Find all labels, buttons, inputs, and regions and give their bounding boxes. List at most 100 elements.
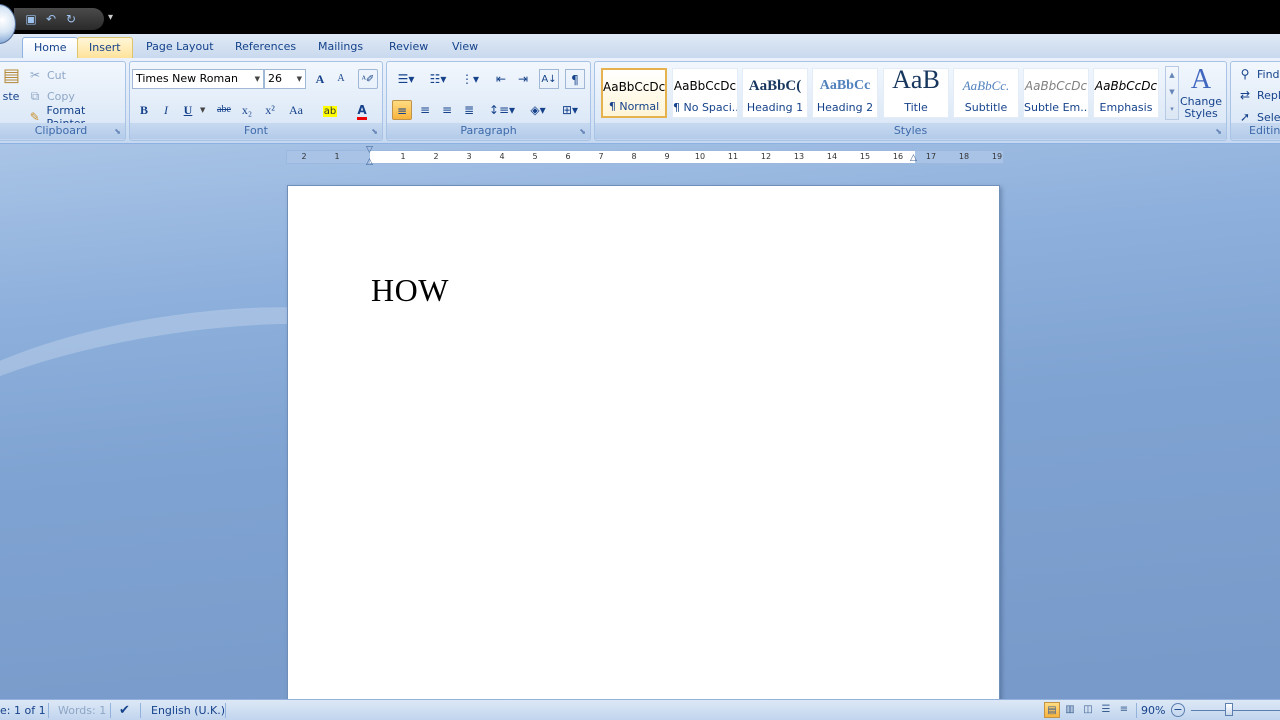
tab-view[interactable]: View: [441, 37, 489, 58]
font-color-icon: A: [357, 103, 367, 120]
font-size-combo[interactable]: 26 ▼: [264, 69, 306, 89]
show-formatting-button[interactable]: ¶: [565, 69, 585, 89]
decrease-indent-button[interactable]: ⇤: [491, 69, 511, 89]
page-count[interactable]: e: 1 of 1: [0, 703, 46, 719]
numbering-button[interactable]: ☷▾: [423, 69, 453, 89]
style-normal[interactable]: AaBbCcDc ¶ Normal: [601, 68, 667, 118]
replace-button[interactable]: ⇄ Repla: [1237, 85, 1280, 105]
highlight-button[interactable]: ab: [316, 100, 344, 120]
tab-references[interactable]: References: [224, 37, 307, 58]
style-subtle-emphasis[interactable]: AaBbCcDc Subtle Em...: [1023, 68, 1089, 118]
style-heading-2[interactable]: AaBbCc Heading 2: [812, 68, 878, 118]
increase-indent-button[interactable]: ⇥: [513, 69, 533, 89]
tab-insert[interactable]: Insert: [77, 37, 133, 58]
editing-group: ⚲ Find ⇄ Repla ➚ Selec Editing: [1230, 61, 1280, 141]
dialog-launcher-icon[interactable]: ⬊: [579, 127, 586, 136]
scissors-icon: ✂: [29, 68, 41, 82]
clear-formatting-button[interactable]: ᴬ✐: [358, 69, 378, 89]
cut-button[interactable]: ✂ Cut: [27, 65, 66, 85]
first-line-indent-marker[interactable]: ▽: [366, 145, 373, 155]
ruler-number: 2: [433, 152, 439, 161]
font-family-combo[interactable]: Times New Roman ▼: [132, 69, 264, 89]
status-separator: [140, 703, 141, 718]
zoom-slider-thumb[interactable]: [1225, 703, 1233, 716]
ruler-number: 19: [991, 152, 1003, 161]
paste-button[interactable]: ▤ ste: [1, 64, 21, 120]
zoom-slider-track[interactable]: [1191, 710, 1280, 711]
tab-review[interactable]: Review: [378, 37, 439, 58]
print-layout-view-icon[interactable]: ▤: [1044, 702, 1060, 718]
ruler-number: 11: [727, 152, 739, 161]
dialog-launcher-icon[interactable]: ⬊: [114, 127, 121, 136]
subscript-button[interactable]: x₂: [237, 100, 257, 120]
redo-icon[interactable]: ↻: [64, 12, 78, 26]
change-styles-button[interactable]: A Change Styles: [1179, 64, 1223, 124]
zoom-level[interactable]: 90%: [1141, 703, 1165, 719]
superscript-button[interactable]: x²: [260, 100, 280, 120]
tab-home[interactable]: Home: [22, 37, 79, 58]
align-center-icon: ≡: [419, 103, 431, 117]
ruler-number: 15: [859, 152, 871, 161]
paste-icon: ▤: [3, 65, 21, 86]
italic-button[interactable]: I: [156, 100, 176, 120]
right-indent-marker[interactable]: △: [910, 153, 917, 163]
style-emphasis[interactable]: AaBbCcDc Emphasis: [1093, 68, 1159, 118]
more-icon[interactable]: ▾: [1166, 101, 1178, 118]
align-right-button[interactable]: ≡: [437, 100, 457, 120]
line-spacing-button[interactable]: ↕≡▾: [487, 100, 517, 120]
copy-icon: ⧉: [30, 89, 40, 103]
draft-view-icon[interactable]: ≡: [1116, 702, 1132, 718]
align-left-icon: ≡: [396, 104, 408, 118]
tab-page-layout[interactable]: Page Layout: [135, 37, 225, 58]
sort-button[interactable]: A↓: [539, 69, 559, 89]
save-icon[interactable]: ▣: [24, 12, 38, 26]
chevron-down-icon[interactable]: ▼: [200, 106, 205, 114]
document-text[interactable]: HOW: [371, 272, 449, 309]
editing-group-label: Editing: [1231, 123, 1280, 139]
bullets-button[interactable]: ☰▾: [391, 69, 421, 89]
copy-button[interactable]: ⧉ Copy: [27, 86, 75, 106]
justify-button[interactable]: ≣: [459, 100, 479, 120]
word-count[interactable]: Words: 1: [58, 703, 106, 719]
strikethrough-button[interactable]: abe: [212, 100, 236, 120]
borders-button[interactable]: ⊞▾: [555, 100, 585, 120]
outline-view-icon[interactable]: ☰: [1098, 702, 1114, 718]
zoom-out-button[interactable]: −: [1171, 703, 1185, 717]
grow-font-button[interactable]: A: [310, 69, 330, 89]
align-right-icon: ≡: [441, 103, 453, 117]
numbered-list-icon: ☷▾: [429, 72, 447, 86]
tab-mailings[interactable]: Mailings: [307, 37, 374, 58]
shading-button[interactable]: ◈▾: [523, 100, 553, 120]
style-title[interactable]: AaB Title: [883, 68, 949, 118]
chevron-up-icon[interactable]: ▲: [1166, 67, 1178, 84]
language-indicator[interactable]: English (U.K.): [151, 703, 225, 719]
styles-gallery-scroll[interactable]: ▲ ▼ ▾: [1165, 66, 1179, 120]
chevron-down-icon[interactable]: ▼: [1166, 84, 1178, 101]
proofing-icon[interactable]: ✔: [119, 703, 130, 719]
multilevel-list-button[interactable]: ⋮▾: [455, 69, 485, 89]
horizontal-ruler[interactable]: 2 1 1 2 3 4 5 6 7 8 9 10 11 12 13 14 15 16 17 18 19 ▽ △ △: [286, 145, 1003, 167]
web-layout-view-icon[interactable]: ◫: [1080, 702, 1096, 718]
align-center-button[interactable]: ≡: [415, 100, 435, 120]
customize-qat-icon[interactable]: ▾: [108, 12, 113, 23]
document-page[interactable]: HOW: [287, 185, 1000, 705]
dialog-launcher-icon[interactable]: ⬊: [371, 127, 378, 136]
font-color-button[interactable]: A: [348, 100, 376, 120]
title-bar: ▣ ↶ ↻ ▾: [0, 0, 1280, 34]
status-separator: [48, 703, 49, 718]
align-left-button[interactable]: ≡: [392, 100, 412, 120]
ruler-number: 17: [925, 152, 937, 161]
bold-button[interactable]: B: [134, 100, 154, 120]
style-no-spacing[interactable]: AaBbCcDc ¶ No Spaci...: [672, 68, 738, 118]
dialog-launcher-icon[interactable]: ⬊: [1215, 127, 1222, 136]
ribbon-tabs: Home Insert Page Layout References Maili…: [0, 34, 1280, 58]
underline-button[interactable]: U: [178, 100, 198, 120]
style-heading-1[interactable]: AaBbC( Heading 1: [742, 68, 808, 118]
find-button[interactable]: ⚲ Find: [1237, 64, 1280, 84]
hanging-indent-marker[interactable]: △: [366, 157, 373, 167]
shrink-font-button[interactable]: A: [331, 69, 351, 89]
style-subtitle[interactable]: AaBbCc. Subtitle: [953, 68, 1019, 118]
change-case-button[interactable]: Aa: [284, 100, 308, 120]
full-screen-reading-view-icon[interactable]: ▥: [1062, 702, 1078, 718]
undo-icon[interactable]: ↶: [44, 12, 58, 26]
